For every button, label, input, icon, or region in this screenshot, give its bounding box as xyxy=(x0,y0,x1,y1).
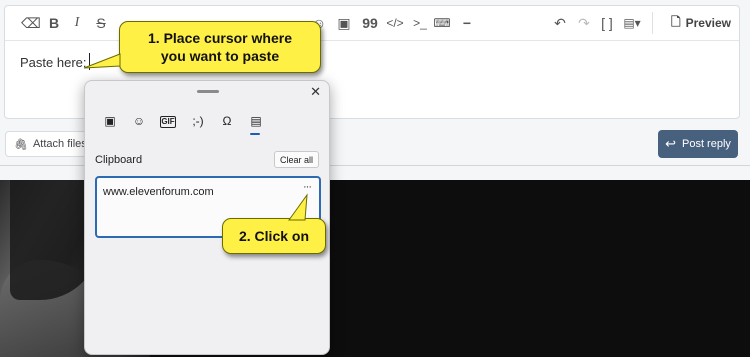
preview-label: Preview xyxy=(685,16,731,30)
brackets-icon[interactable]: [ ] xyxy=(598,14,616,32)
clipboard-title: Clipboard xyxy=(95,154,143,166)
redo-icon[interactable]: ↷ xyxy=(575,14,593,32)
editor-toolbar: ⌫ B I S ☺ ▣ 99 </> >_ ⌨ − ↶ ↷ [ ] ▤▾ 🗋 P… xyxy=(5,6,739,41)
symbols-icon[interactable]: Ω xyxy=(218,112,236,130)
eraser-icon[interactable]: ⌫ xyxy=(21,14,41,32)
paste-here-text: Paste here: xyxy=(20,55,87,70)
strikethrough-icon[interactable]: S xyxy=(92,14,110,32)
callout-pointer xyxy=(83,53,121,69)
emoji-icon[interactable]: ☺ xyxy=(130,112,148,130)
attach-files-label: Attach files xyxy=(32,138,87,150)
clipboard-item-text: www.elevenforum.com xyxy=(103,186,214,198)
active-tab-indicator xyxy=(250,133,260,135)
callout-step-1-line2: you want to paste xyxy=(160,48,280,64)
post-reply-button[interactable]: ↩ Post reply xyxy=(658,130,738,158)
reply-icon: ↩ xyxy=(665,136,676,151)
code-icon[interactable]: </> xyxy=(386,14,404,32)
horizontal-rule-icon[interactable]: − xyxy=(458,14,476,32)
paperclip-icon: 🖇 xyxy=(14,138,28,151)
image-gallery-icon[interactable]: ▣ xyxy=(335,14,353,32)
toolbar-separator xyxy=(652,12,653,34)
preview-icon: 🗋 xyxy=(670,14,681,29)
callout-step-1: 1. Place cursor where you want to paste xyxy=(83,21,321,73)
callout-step-1-line1: 1. Place cursor where xyxy=(148,30,292,46)
gif-icon[interactable]: GIF xyxy=(160,116,176,128)
more-options-button[interactable]: ··· xyxy=(303,181,312,193)
bold-icon[interactable]: B xyxy=(45,14,63,32)
callout-step-2-text: 2. Click on xyxy=(238,228,310,244)
italic-icon[interactable]: I xyxy=(68,14,86,32)
attach-files-button[interactable]: 🖇 Attach files xyxy=(5,131,96,157)
close-icon[interactable]: ✕ xyxy=(310,84,321,100)
kaomoji-icon[interactable]: ;-) xyxy=(189,112,207,130)
drag-handle[interactable] xyxy=(197,90,219,93)
clipboard-icon[interactable]: ▤ xyxy=(247,112,265,130)
post-reply-label: Post reply xyxy=(681,138,731,150)
preview-button[interactable]: 🗋 Preview xyxy=(671,13,731,33)
save-draft-icon[interactable]: ▤▾ xyxy=(621,14,643,32)
callout-pointer xyxy=(288,193,308,221)
stickers-icon[interactable]: ▣ xyxy=(101,112,119,130)
quote-icon[interactable]: 99 xyxy=(361,14,379,32)
undo-icon[interactable]: ↶ xyxy=(551,14,569,32)
inline-code-icon[interactable]: >_ xyxy=(411,14,429,32)
keyboard-icon[interactable]: ⌨ xyxy=(433,14,451,32)
callout-step-2: 2. Click on xyxy=(222,193,326,254)
clear-all-button[interactable]: Clear all xyxy=(273,151,319,168)
